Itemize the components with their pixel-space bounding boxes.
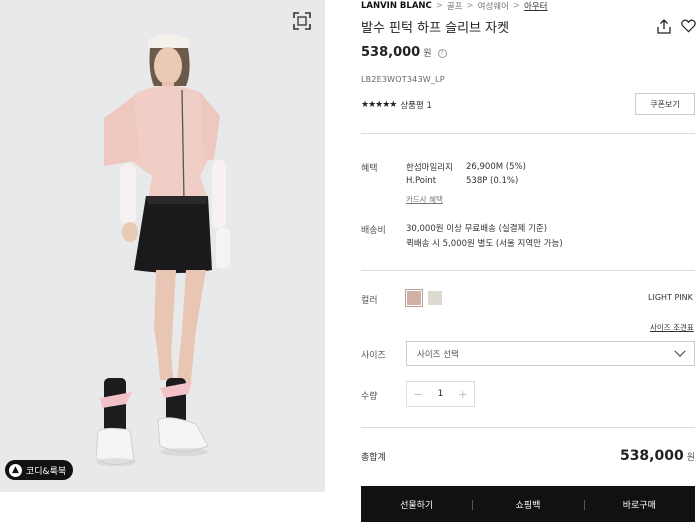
breadcrumb-brand[interactable]: LANVIN BLANC (361, 1, 432, 11)
color-label: 컬러 (361, 296, 378, 306)
benefit-label: 혜택 (361, 164, 378, 174)
product-image: ▲ 코디&룩북 (0, 0, 325, 492)
total-value: 538,000 원 (620, 448, 695, 464)
total-label: 총합계 (361, 452, 386, 463)
price-unit: 원 (423, 49, 432, 59)
shipping-line: 30,000원 이상 무료배송 (실결제 기준) (406, 223, 548, 234)
model-photo (95, 34, 230, 466)
benefit-name: H.Point (406, 176, 437, 186)
buy-now-button[interactable]: 바로구매 (583, 498, 695, 511)
review-count[interactable]: 상품평 1 (400, 99, 432, 111)
divider (361, 427, 695, 428)
heart-icon[interactable] (681, 19, 696, 33)
coordi-lookbook-label: 코디&룩북 (26, 466, 67, 477)
product-info-panel: LANVIN BLANC > 골프 > 여성웨어 > 아우터 발수 핀턱 하프 … (361, 0, 700, 522)
rating-stars-icon: ★★★★★ (361, 100, 397, 110)
shipping-line: 퀵배송 시 5,000원 별도 (서울 지역만 가능) (406, 238, 563, 249)
card-benefit-link[interactable]: 카드사 혜택 (406, 194, 443, 205)
benefit-name: 한섬마일리지 (406, 163, 453, 173)
quantity-stepper: − 1 + (406, 381, 475, 407)
divider (361, 133, 695, 134)
benefit-table: 한섬마일리지 26,900M (5%) H.Point 538P (0.1%) (406, 160, 526, 188)
total-price: 538,000 (619, 448, 684, 464)
size-select-placeholder: 사이즈 선택 (417, 349, 459, 360)
quantity-increase-button[interactable]: + (452, 388, 474, 401)
quantity-value[interactable]: 1 (429, 389, 451, 399)
shipping-label: 배송비 (361, 226, 386, 236)
gift-button[interactable]: 선물하기 (361, 498, 472, 511)
total-row: 총합계 538,000 원 (361, 448, 695, 464)
share-icon[interactable] (657, 19, 671, 34)
breadcrumb-separator: > (435, 1, 443, 11)
product-price: 538,000 (361, 45, 421, 60)
shipping-info: 30,000원 이상 무료배송 (실결제 기준) 퀵배송 시 5,000원 별도… (406, 220, 563, 250)
breadcrumb-item-womenswear[interactable]: 여성웨어 (478, 0, 509, 12)
breadcrumb-item-golf[interactable]: 골프 (447, 0, 463, 12)
price-row: 538,000 원 ? (361, 45, 447, 60)
product-title: 발수 핀턱 하프 슬리브 자켓 (361, 21, 510, 36)
quantity-decrease-button[interactable]: − (407, 388, 429, 401)
chevron-down-icon (674, 345, 686, 357)
benefit-value: 538P (0.1%) (466, 176, 519, 186)
coupon-button[interactable]: 쿠폰보기 (635, 93, 695, 115)
breadcrumb-separator: > (466, 1, 474, 11)
hanger-icon: ▲ (9, 463, 22, 477)
benefit-row: H.Point 538P (0.1%) (406, 174, 526, 188)
size-guide-link[interactable]: 사이즈 조견표 (650, 322, 694, 333)
color-swatch-beige[interactable] (428, 291, 442, 305)
divider (361, 270, 695, 271)
color-swatch-light-pink[interactable] (405, 289, 423, 307)
size-label: 사이즈 (361, 351, 386, 361)
coordi-lookbook-button[interactable]: ▲ 코디&룩북 (5, 460, 74, 480)
benefit-value: 26,900M (5%) (466, 162, 526, 172)
price-info-icon[interactable]: ? (437, 49, 447, 58)
action-bar: 선물하기 쇼핑백 바로구매 (361, 486, 695, 522)
size-select[interactable]: 사이즈 선택 (406, 341, 695, 366)
shopping-bag-button[interactable]: 쇼핑백 (472, 498, 583, 511)
breadcrumb: LANVIN BLANC > 골프 > 여성웨어 > 아우터 (361, 0, 548, 12)
benefit-row: 한섬마일리지 26,900M (5%) (406, 160, 526, 174)
product-code: LB2E3WOT343W_LP (361, 75, 445, 84)
total-unit: 원 (686, 453, 695, 463)
breadcrumb-separator: > (512, 1, 521, 11)
selected-color-name: LIGHT PINK (648, 293, 693, 302)
fullscreen-icon[interactable] (292, 11, 312, 31)
quantity-label: 수량 (361, 392, 378, 402)
breadcrumb-item-outer[interactable]: 아우터 (524, 0, 547, 12)
rating-row[interactable]: ★★★★★ 상품평 1 (361, 99, 432, 111)
